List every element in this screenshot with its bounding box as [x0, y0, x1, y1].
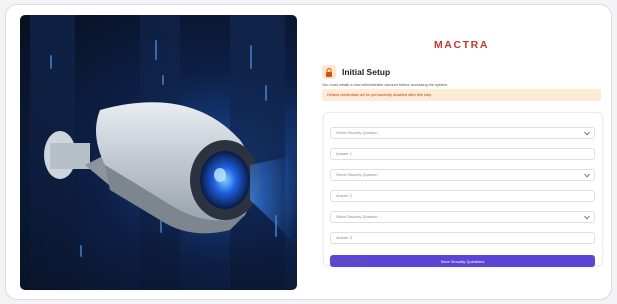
lock-icon [322, 65, 336, 79]
chevron-down-icon [584, 173, 590, 178]
security-question-1-select[interactable]: Select Security Question [330, 127, 595, 139]
chevron-down-icon [584, 215, 590, 220]
question-1-placeholder: Select Security Question [336, 131, 378, 135]
footer-note: This is a one-time setup. [329, 259, 369, 263]
answer-2-placeholder: Answer 2 [336, 194, 352, 198]
warning-banner: Default credentials will be permanently … [322, 89, 601, 101]
security-questions-form: Select Security Question Answer 1 Select… [323, 112, 603, 267]
save-security-questions-button[interactable]: Save Security Questions [330, 255, 595, 267]
camera-illustration [44, 102, 297, 245]
question-3-placeholder: Select Security Question [336, 215, 378, 219]
security-camera-image [20, 15, 297, 290]
answer-2-input[interactable]: Answer 2 [330, 190, 595, 202]
brand-logo: MACTRA [433, 39, 490, 51]
setup-header: Initial Setup [322, 65, 390, 79]
question-2-placeholder: Select Security Question [336, 173, 378, 177]
answer-1-placeholder: Answer 1 [336, 152, 352, 156]
setup-panel: MACTRA Initial Setup You must create a n… [320, 15, 603, 290]
setup-subtitle: You must create a new administrator acco… [322, 83, 449, 87]
answer-1-input[interactable]: Answer 1 [330, 148, 595, 160]
warning-text: Default credentials will be permanently … [327, 93, 433, 97]
security-question-2-select[interactable]: Select Security Question [330, 169, 595, 181]
answer-3-placeholder: Answer 3 [336, 236, 352, 240]
page-title: Initial Setup [342, 67, 391, 77]
chevron-down-icon [584, 131, 590, 136]
security-question-3-select[interactable]: Select Security Question [330, 211, 595, 223]
answer-3-input[interactable]: Answer 3 [330, 232, 595, 244]
